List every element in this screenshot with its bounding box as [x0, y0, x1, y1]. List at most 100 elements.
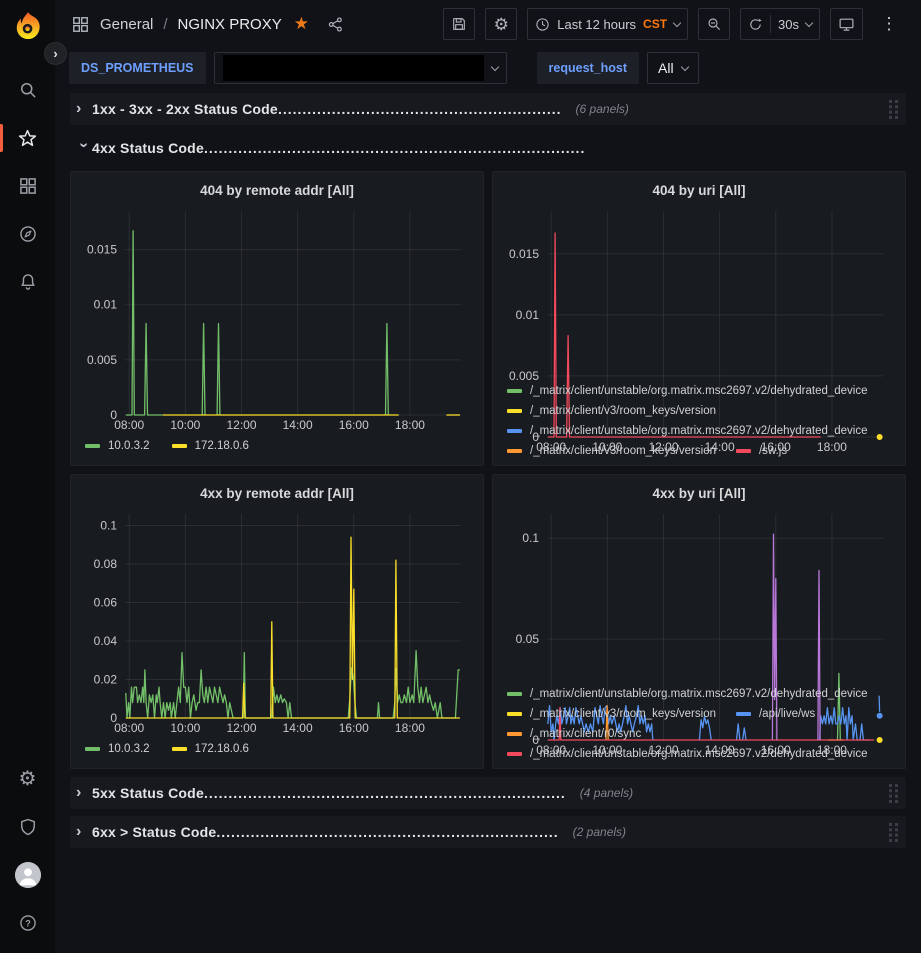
zoom-out-icon: [706, 16, 722, 32]
legend-item[interactable]: /api/live/ws: [736, 708, 815, 720]
legend-item[interactable]: /_matrix/client/unstable/org.matrix.msc2…: [507, 425, 868, 437]
favorite-star-icon[interactable]: ★: [294, 14, 309, 34]
panel-title[interactable]: 404 by uri [All]: [501, 177, 897, 203]
panel-title[interactable]: 4xx by remote addr [All]: [79, 480, 475, 506]
share-icon[interactable]: [327, 16, 344, 33]
legend-item[interactable]: /_matrix/client/unstable/org.matrix.msc2…: [507, 385, 868, 397]
sidebar-item-search[interactable]: [0, 66, 55, 114]
sidebar-item-explore[interactable]: [0, 210, 55, 258]
grafana-logo[interactable]: [0, 0, 55, 44]
series-color-swatch: [507, 712, 522, 716]
svg-text:0.1: 0.1: [100, 519, 117, 533]
request-host-value: All: [658, 60, 674, 76]
svg-text:08:00: 08:00: [114, 418, 144, 432]
svg-text:0.08: 0.08: [94, 557, 118, 571]
legend-item[interactable]: /_matrix/client/v3/room_keys/version: [507, 405, 716, 417]
svg-text:08:00: 08:00: [114, 721, 144, 735]
variables-bar: DS_PROMETHEUS request_host All: [55, 48, 921, 88]
legend-item[interactable]: 10.0.3.2: [85, 743, 150, 755]
series-color-swatch: [736, 449, 751, 453]
sidebar-item-server-admin[interactable]: [0, 803, 55, 851]
legend-item[interactable]: 172.18.0.6: [172, 440, 249, 452]
series-color-swatch: [507, 752, 522, 756]
datasource-variable-label[interactable]: DS_PROMETHEUS: [69, 52, 206, 84]
panel-404-by-uri: 404 by uri [All] 08:0010:0012:0014:0016:…: [492, 171, 906, 466]
request-host-variable-select[interactable]: All: [647, 52, 699, 84]
row-drag-handle[interactable]: [889, 100, 898, 119]
row-panel-count: (6 panels): [576, 102, 629, 116]
row-title-dots: ........................................…: [204, 785, 566, 801]
top-navbar: General / NGINX PROXY ★: [55, 0, 921, 48]
legend-item[interactable]: /_matrix/client/r0/sync: [507, 728, 641, 740]
sidebar-item-profile[interactable]: [0, 851, 55, 899]
breadcrumb-separator: /: [163, 16, 167, 33]
row-collapse-chevron: ›: [76, 784, 92, 802]
panel-title[interactable]: 4xx by uri [All]: [501, 480, 897, 506]
svg-text:0.05: 0.05: [516, 632, 540, 646]
svg-text:?: ?: [25, 918, 31, 928]
zoom-out-time-button[interactable]: [698, 8, 730, 40]
sidebar-item-starred[interactable]: [0, 114, 55, 162]
legend-item[interactable]: 172.18.0.6: [172, 743, 249, 755]
legend-item[interactable]: /sw.js: [736, 445, 787, 457]
series-label: 172.18.0.6: [195, 743, 249, 755]
legend-item[interactable]: /_matrix/client/unstable/org.matrix.msc2…: [507, 748, 868, 760]
datasource-variable-select[interactable]: [214, 52, 507, 84]
row-title: 4xx Status Code: [92, 140, 204, 156]
row-expand-chevron: ›: [74, 143, 92, 159]
panel-title[interactable]: 404 by remote addr [All]: [79, 177, 475, 203]
timeseries-chart[interactable]: 08:0010:0012:0014:0016:0018:0000.020.040…: [79, 506, 475, 736]
datasource-value-redacted: [223, 55, 484, 81]
row-header-4xx[interactable]: › 4xx Status Code ......................…: [70, 132, 906, 164]
save-dashboard-button[interactable]: [443, 8, 475, 40]
row-drag-handle[interactable]: [889, 784, 898, 803]
chevron-down-icon: [805, 18, 813, 26]
svg-text:14:00: 14:00: [283, 418, 313, 432]
row-header-6xx[interactable]: › 6xx > Status Code ....................…: [70, 816, 906, 848]
row-header-1xx-3xx-2xx[interactable]: › 1xx - 3xx - 2xx Status Code ..........…: [70, 93, 906, 125]
dashboard-settings-button[interactable]: ⚙: [485, 8, 517, 40]
legend-item[interactable]: /_matrix/client/v3/room_keys/version: [507, 708, 716, 720]
monitor-icon: [838, 16, 855, 33]
breadcrumb: General / NGINX PROXY ★: [71, 14, 344, 34]
legend-item[interactable]: 10.0.3.2: [85, 440, 150, 452]
breadcrumb-section[interactable]: General: [100, 16, 153, 33]
timeseries-chart[interactable]: 08:0010:0012:0014:0016:0018:0000.0050.01…: [79, 203, 475, 433]
time-range-label: Last 12 hours: [557, 17, 636, 32]
sidebar-item-dashboards[interactable]: [0, 162, 55, 210]
request-host-variable-label[interactable]: request_host: [537, 52, 640, 84]
sidebar-item-alerting[interactable]: [0, 258, 55, 306]
refresh-group[interactable]: 30s: [740, 8, 820, 40]
time-range-picker[interactable]: Last 12 hours CST: [527, 8, 688, 40]
timeseries-chart[interactable]: 08:0010:0012:0014:0016:0018:0000.050.1: [501, 506, 897, 686]
server-admin-shield-icon: [18, 817, 38, 837]
panel-legend: /_matrix/client/unstable/org.matrix.msc2…: [501, 686, 897, 768]
legend-item[interactable]: /_matrix/client/v3/room_keys/version: [507, 445, 716, 457]
svg-text:0.02: 0.02: [94, 673, 118, 687]
refresh-icon: [748, 17, 763, 32]
sidebar-item-configuration[interactable]: ⚙: [0, 755, 55, 803]
row-title: 6xx > Status Code: [92, 824, 216, 840]
sidebar-item-help[interactable]: ?: [0, 899, 55, 947]
svg-text:12:00: 12:00: [226, 721, 256, 735]
svg-text:0: 0: [110, 408, 117, 422]
timeseries-chart[interactable]: 08:0010:0012:0014:0016:0018:0000.0050.01…: [501, 203, 897, 383]
svg-text:0.01: 0.01: [516, 308, 540, 322]
legend-item[interactable]: /_matrix/client/unstable/org.matrix.msc2…: [507, 688, 868, 700]
series-label: /_matrix/client/unstable/org.matrix.msc2…: [530, 688, 868, 700]
more-options-kebab[interactable]: ⋮: [873, 8, 905, 40]
dashboard-title[interactable]: NGINX PROXY: [178, 16, 282, 33]
row-header-5xx[interactable]: › 5xx Status Code ......................…: [70, 777, 906, 809]
save-icon: [451, 16, 467, 32]
row-title-dots: ........................................…: [216, 824, 558, 840]
tv-mode-button[interactable]: [830, 8, 863, 40]
series-color-swatch: [736, 712, 751, 716]
chevron-down-icon: [490, 62, 498, 70]
row-panel-count: (4 panels): [580, 786, 633, 800]
row-drag-handle[interactable]: [889, 823, 898, 842]
sidebar-expand-button[interactable]: ›: [44, 42, 67, 65]
panel-4xx-by-uri: 4xx by uri [All] 08:0010:0012:0014:0016:…: [492, 474, 906, 769]
sidebar: ⚙ ?: [0, 0, 55, 953]
configuration-gear-icon: ⚙: [19, 769, 37, 789]
svg-text:16:00: 16:00: [339, 418, 369, 432]
